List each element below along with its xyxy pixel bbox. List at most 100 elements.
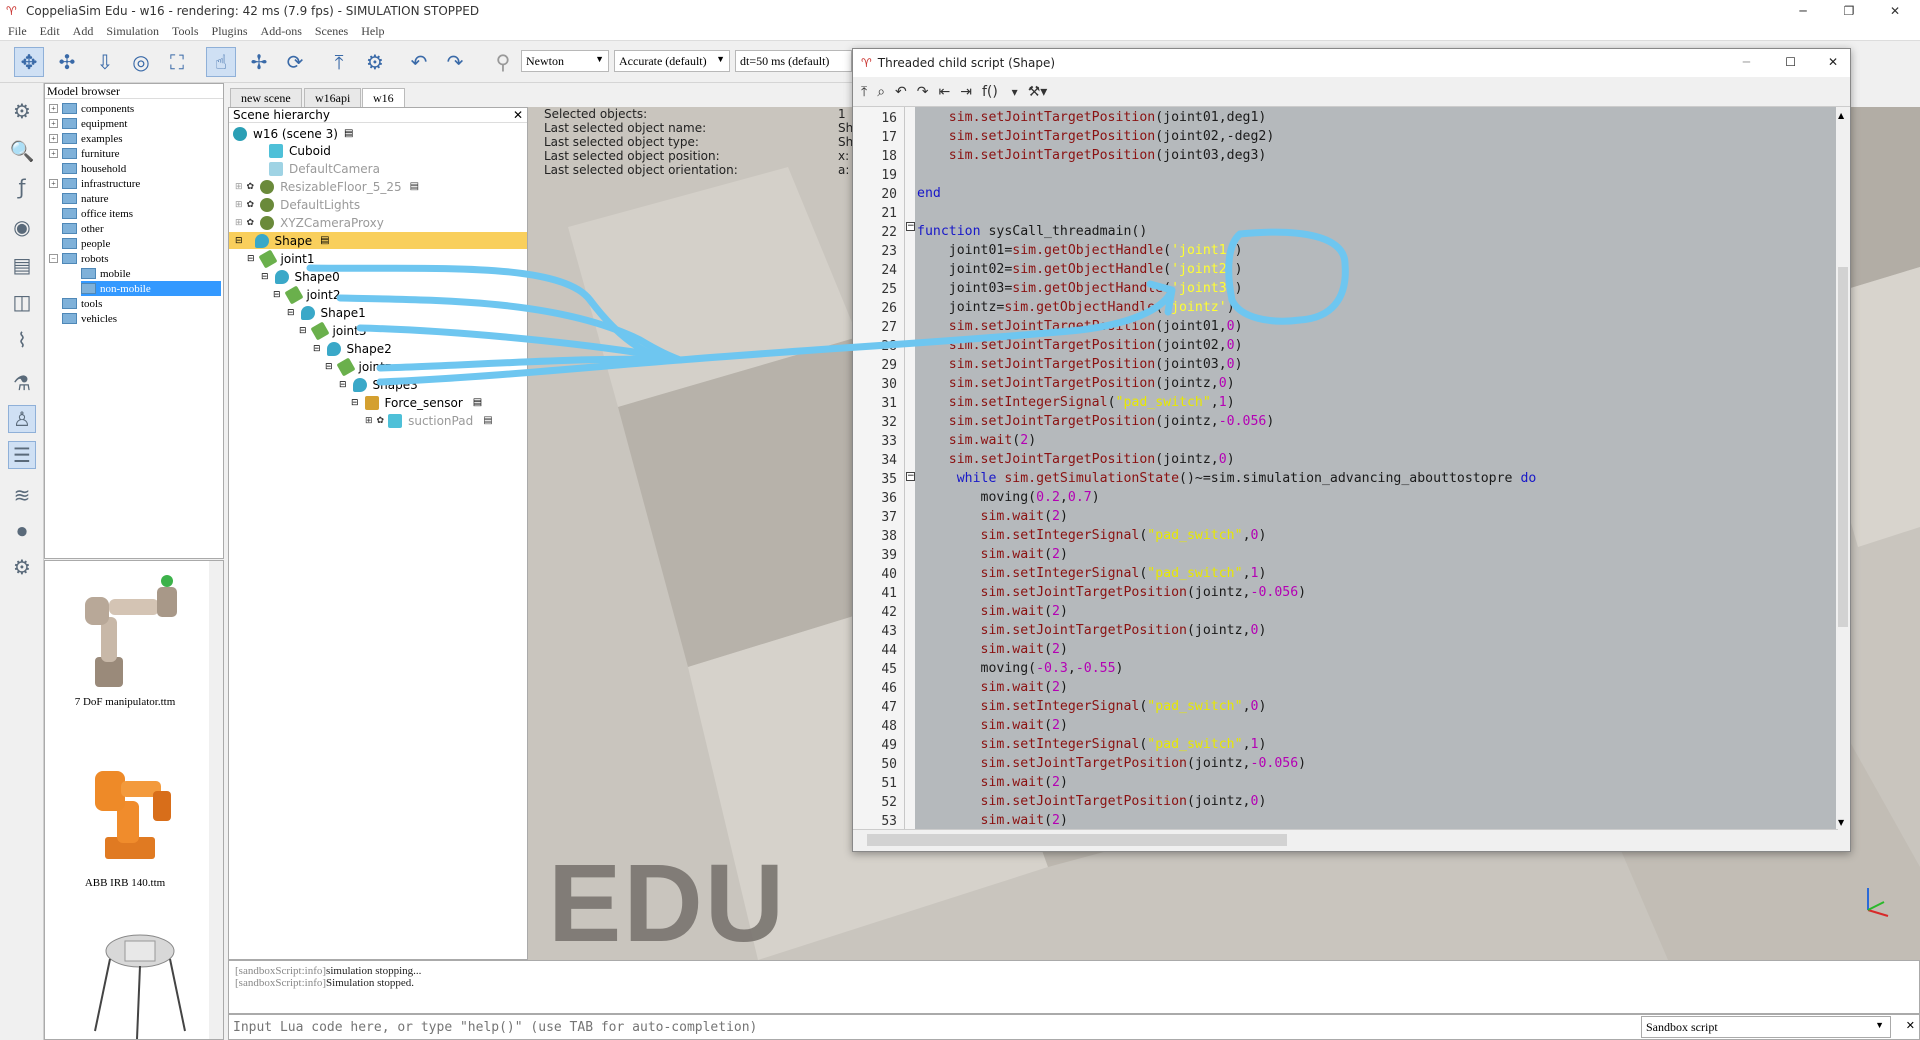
menu-tools[interactable]: Tools [172,24,199,39]
delta-robot-thumbnail[interactable] [65,921,205,1039]
code-line[interactable]: sim.setIntegerSignal("pad_switch",1) [917,737,1267,752]
code-line[interactable]: joint03=sim.getObjectHandle('joint3') [917,281,1243,296]
code-line[interactable]: sim.setIntegerSignal("pad_switch",0) [917,699,1267,714]
menu-help[interactable]: Help [361,24,384,39]
hier-row-shape2[interactable]: ⊟ Shape2 [229,340,527,357]
thumbnail-scrollbar[interactable] [209,561,223,1039]
zoom-icon[interactable]: 🔍 [8,137,36,165]
hier-row-jointz[interactable]: ⊟ jointz [229,356,527,377]
camera-pan-icon[interactable]: ✥ [14,47,44,77]
close-icon[interactable]: ✕ [513,108,523,122]
code-line[interactable]: end [917,186,941,201]
collapse-icon[interactable]: ⊟ [261,272,269,282]
tree-item-examples[interactable]: + examples [49,131,123,146]
expand-icon[interactable]: ⊞ [365,416,373,426]
expand-icon[interactable]: + [49,119,58,128]
abb-irb-thumbnail[interactable] [65,741,205,871]
lua-command-input[interactable] [229,1015,1641,1039]
tree-item-office-items[interactable]: office items [62,206,133,221]
code-line[interactable]: sim.wait(2) [917,604,1068,619]
hier-row-defaultcamera[interactable]: DefaultCamera [229,160,527,177]
dynamics-toggle-icon[interactable]: ⚲ [488,47,518,77]
accuracy-select[interactable]: Accurate (default) ▼ [614,50,730,72]
expand-icon[interactable]: + [49,134,58,143]
code-line[interactable]: moving(-0.3,-0.55) [917,661,1124,676]
path-edit-icon[interactable]: ⌇ [8,326,36,354]
tree-item-mobile[interactable]: mobile [81,266,131,281]
expand-icon[interactable]: ⊞ [235,200,243,210]
simulation-settings-icon[interactable]: ⚙ [8,97,36,125]
code-line[interactable]: joint01=sim.getObjectHandle('joint1') [917,243,1243,258]
object-select-icon[interactable]: ☝ [206,47,236,77]
expand-icon[interactable]: ⊞ [235,218,243,228]
tree-item-infrastructure[interactable]: + infrastructure [49,176,140,191]
collapse-icon[interactable]: − [49,254,58,263]
code-line[interactable]: sim.setJointTargetPosition(joint02,0) [917,338,1243,353]
code-line[interactable]: moving(0.2,0.7) [917,490,1100,505]
layers-icon[interactable]: ≋ [8,481,36,509]
undo-icon[interactable]: ↶ [404,47,434,77]
editor-horizontal-scrollbar[interactable] [853,829,1838,851]
collapse-icon[interactable]: ⊟ [339,380,347,390]
object-rotate-icon[interactable]: ⟳ [280,47,310,77]
code-line[interactable]: sim.setIntegerSignal("pad_switch",1) [917,395,1235,410]
code-line[interactable]: sim.setJointTargetPosition(jointz,-0.056… [917,585,1307,600]
menu-addons[interactable]: Add-ons [261,24,302,39]
hier-row-force-sensor[interactable]: ⊟ Force_sensor ▤ [229,394,527,411]
hier-row-joint3[interactable]: ⊟ joint3 [229,320,527,341]
hier-row-joint2[interactable]: ⊟ joint2 [229,284,527,305]
scene-hierarchy-icon[interactable]: ☰ [8,441,36,469]
menu-plugins[interactable]: Plugins [212,24,248,39]
physics-engine-select[interactable]: Newton ▼ [521,50,609,72]
code-line[interactable]: sim.wait(2) [917,642,1068,657]
tab-w16api[interactable]: w16api [304,88,362,107]
code-line[interactable]: sim.setJointTargetPosition(jointz,-0.056… [917,756,1307,771]
code-line[interactable]: sim.setJointTargetPosition(jointz,0) [917,794,1267,809]
code-line[interactable]: sim.setJointTargetPosition(jointz,0) [917,376,1235,391]
fold-collapse-icon[interactable]: − [906,222,915,231]
hier-row-floor[interactable]: ⊞ ✿ ResizableFloor_5_25 ▤ [229,178,527,195]
menu-add[interactable]: Add [73,24,94,39]
tree-item-household[interactable]: household [62,161,126,176]
code-area[interactable]: 16 17 18 19 20 21 22 23 24 25 26 27 28 29 30 31 32 33 34 35… [853,107,1838,831]
snippets-icon[interactable]: ⚒▾ [1028,84,1048,100]
tree-item-nature[interactable]: nature [62,191,108,206]
timestep-select[interactable]: dt=50 ms (default) [735,50,852,72]
undo-icon[interactable]: ↶ [895,84,907,100]
code-line[interactable]: sim.setJointTargetPosition(joint03,0) [917,357,1243,372]
scroll-thumb[interactable] [1838,267,1848,627]
scripts-icon[interactable]: ▤ [8,251,36,279]
expand-icon[interactable]: + [49,179,58,188]
fold-collapse-icon[interactable]: − [906,472,915,481]
hier-row-defaultlights[interactable]: ⊞ ✿ DefaultLights [229,196,527,213]
hier-row-shape3[interactable]: ⊟ Shape3 [229,376,527,393]
minimize-icon[interactable]: ─ [1780,0,1826,22]
editor-vertical-scrollbar[interactable]: ▲ ▼ [1836,107,1850,831]
tree-item-other[interactable]: other [62,221,104,236]
close-icon[interactable]: ✕ [1828,55,1838,69]
manipulator-thumbnail[interactable] [65,567,205,697]
selection-icon[interactable]: ⚗ [8,369,36,397]
collections-icon[interactable]: ◉ [8,213,36,241]
code-line[interactable]: sim.setIntegerSignal("pad_switch",0) [917,528,1267,543]
code-line[interactable]: sim.setJointTargetPosition(jointz,-0.056… [917,414,1275,429]
code-line[interactable]: joint02=sim.getObjectHandle('joint2') [917,262,1243,277]
shape-edit-icon[interactable]: ◫ [8,288,36,316]
tree-item-robots[interactable]: − robots [49,251,109,266]
menu-edit[interactable]: Edit [40,24,60,39]
code-line[interactable]: sim.wait(2) [917,433,1036,448]
camera-rotate-icon[interactable]: ✣ [52,47,82,77]
collapse-icon[interactable]: ⊟ [351,398,359,408]
expand-icon[interactable]: + [49,104,58,113]
close-icon[interactable]: ✕ [1872,0,1918,22]
tree-item-people[interactable]: people [62,236,110,251]
hier-row-cuboid[interactable]: Cuboid [229,142,527,159]
code-line[interactable]: while sim.getSimulationState()~=sim.simu… [917,471,1537,486]
hier-row-suctionpad[interactable]: ⊞ ✿ suctionPad ▤ [229,412,527,429]
menu-file[interactable]: File [8,24,27,39]
code-line[interactable]: sim.setJointTargetPosition(joint02,-deg2… [917,129,1275,144]
hier-row-joint1[interactable]: ⊟ joint1 [229,248,527,269]
code-line[interactable]: sim.setJointTargetPosition(jointz,0) [917,623,1267,638]
hier-row-shape[interactable]: ⊟ Shape ▤ [229,232,527,249]
save-icon[interactable]: ⤒ [861,84,867,100]
